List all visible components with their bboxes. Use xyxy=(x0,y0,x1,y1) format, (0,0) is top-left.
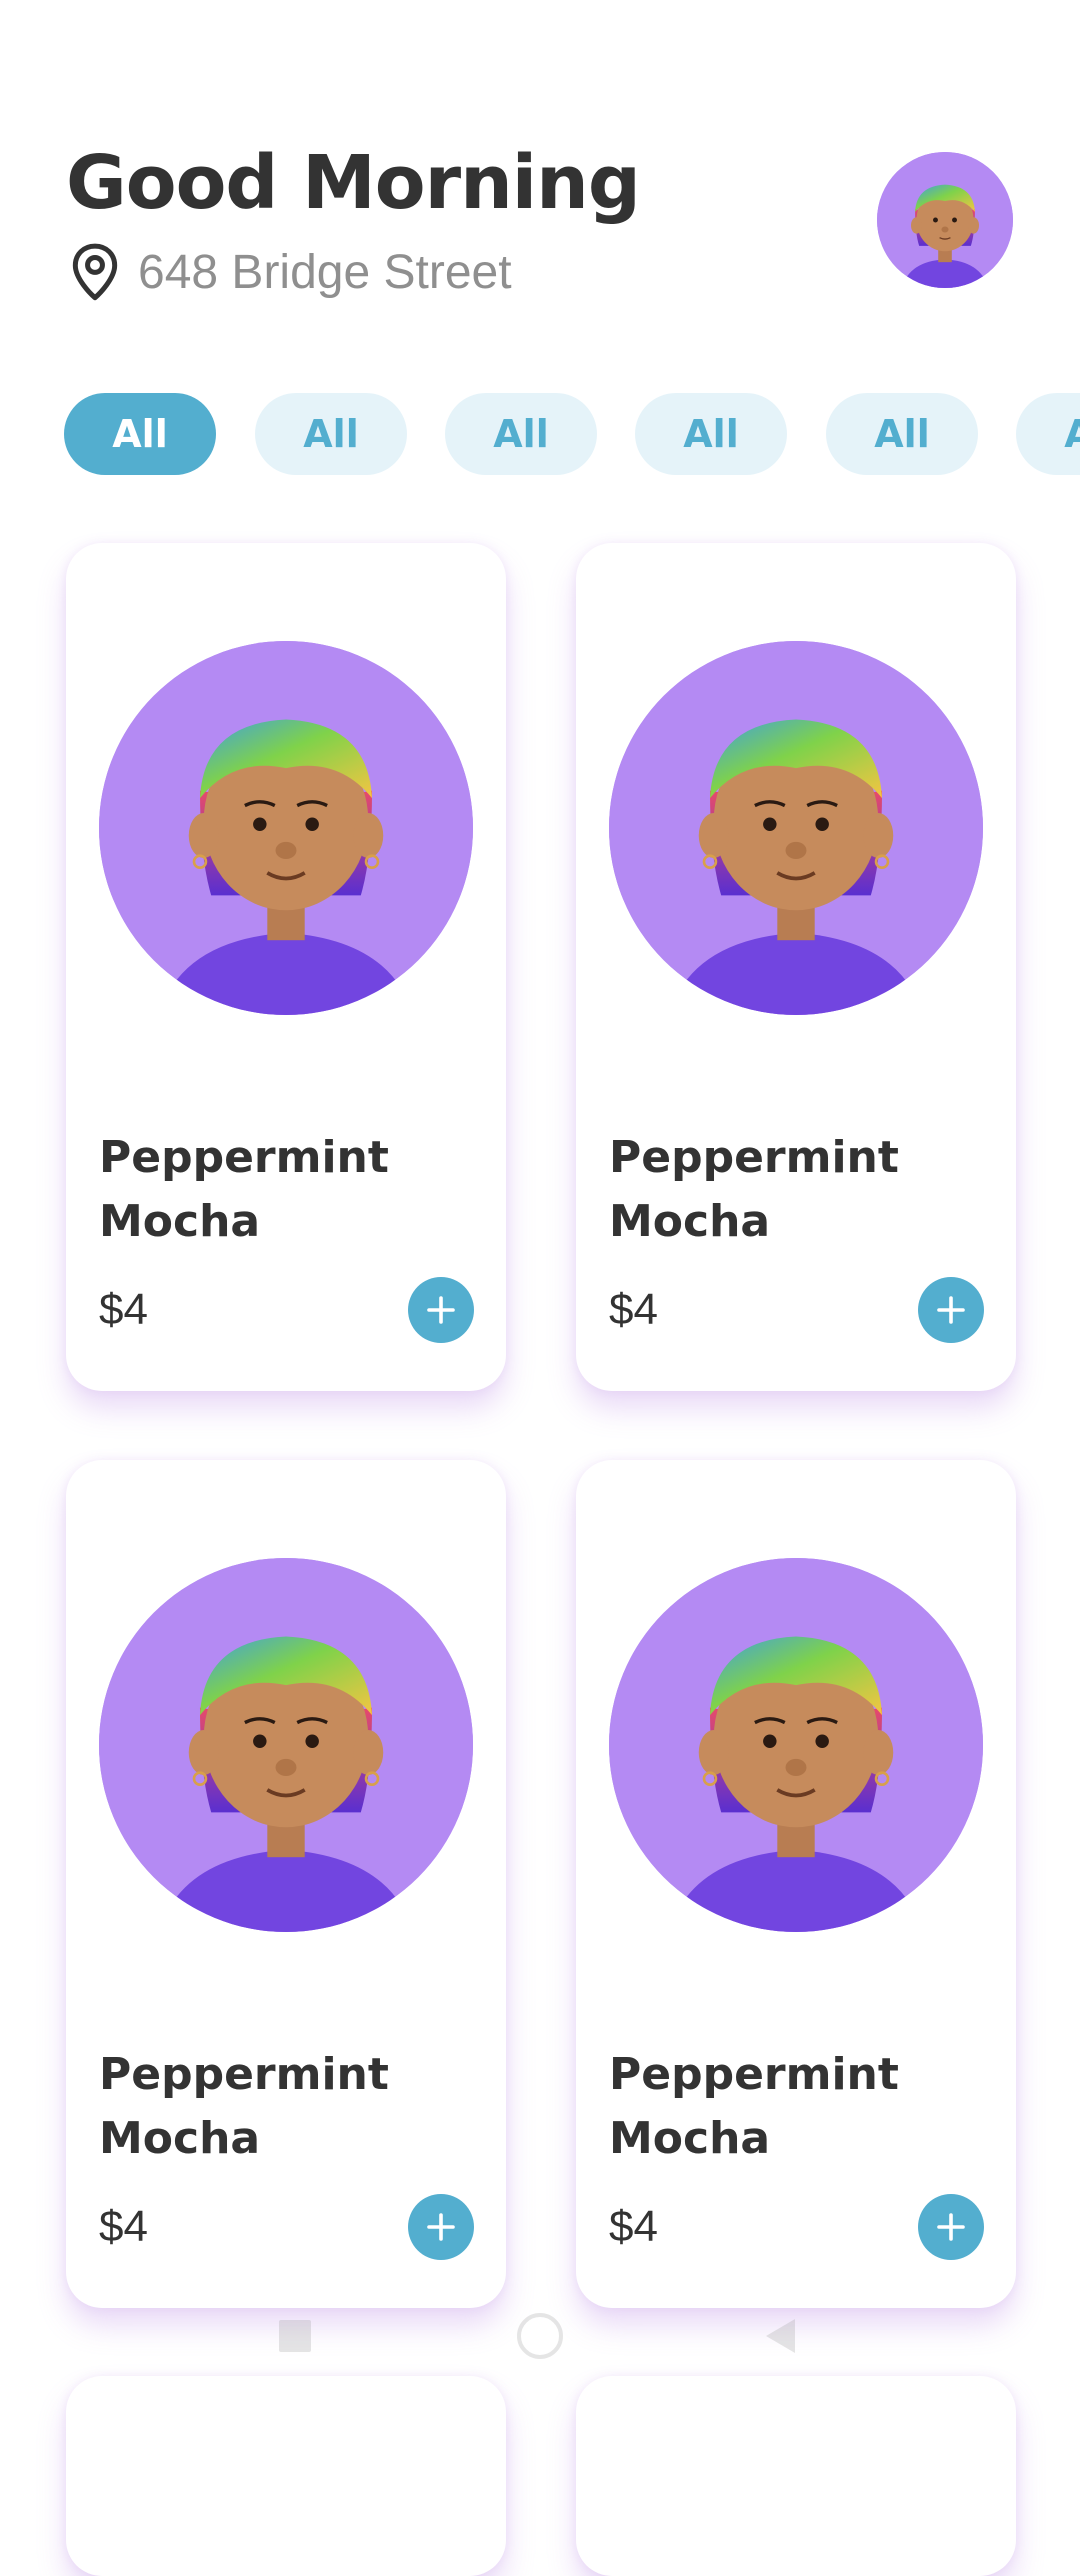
plus-icon xyxy=(427,2213,455,2241)
product-card[interactable]: Peppermint Mocha $4 xyxy=(66,1460,506,2308)
product-card[interactable]: Peppermint Mocha $4 xyxy=(66,543,506,1391)
plus-icon xyxy=(937,2213,965,2241)
product-price: $4 xyxy=(99,2202,148,2251)
product-card-partial[interactable] xyxy=(66,2376,506,2576)
add-to-cart-button[interactable] xyxy=(408,2194,474,2260)
product-price: $4 xyxy=(609,2202,658,2251)
product-name: Peppermint Mocha xyxy=(609,2049,899,2164)
product-image xyxy=(609,1558,983,1932)
add-to-cart-button[interactable] xyxy=(918,1277,984,1343)
product-name: Peppermint Mocha xyxy=(609,1132,899,1247)
add-to-cart-button[interactable] xyxy=(918,2194,984,2260)
product-image xyxy=(609,641,983,1015)
product-illustration xyxy=(99,1558,473,1932)
add-to-cart-button[interactable] xyxy=(408,1277,474,1343)
product-name: Peppermint Mocha xyxy=(99,1132,389,1247)
plus-icon xyxy=(427,1296,455,1324)
product-card[interactable]: Peppermint Mocha $4 xyxy=(576,543,1016,1391)
product-image xyxy=(99,1558,473,1932)
product-card[interactable]: Peppermint Mocha $4 xyxy=(576,1460,1016,2308)
product-price: $4 xyxy=(609,1285,658,1334)
product-illustration xyxy=(99,641,473,1015)
product-card-partial[interactable] xyxy=(576,2376,1016,2576)
product-grid: Peppermint Mocha $4 Peppermint Mocha $4 … xyxy=(0,0,1080,2576)
product-illustration xyxy=(609,1558,983,1932)
product-illustration xyxy=(609,641,983,1015)
product-price: $4 xyxy=(99,1285,148,1334)
product-name: Peppermint Mocha xyxy=(99,2049,389,2164)
product-image xyxy=(99,641,473,1015)
plus-icon xyxy=(937,1296,965,1324)
